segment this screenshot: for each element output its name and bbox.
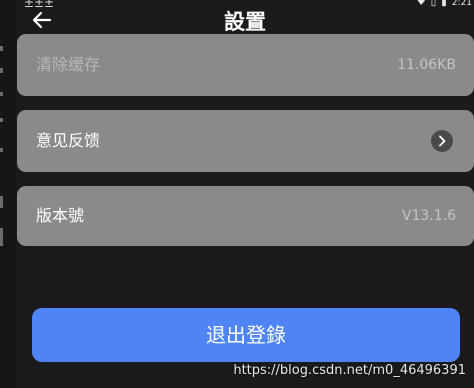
- watermark-text: https://blog.csdn.net/m0_46496391: [233, 363, 466, 378]
- settings-item-version: 版本號 V13.1.6: [17, 186, 474, 246]
- cache-size-value: 11.06KB: [397, 57, 456, 73]
- header: 設置: [16, 8, 474, 36]
- status-time: 2:21: [451, 0, 472, 8]
- version-value: V13.1.6: [401, 208, 456, 224]
- status-bar: ♥ ▯ ▮ 2:21: [417, 0, 472, 8]
- page-title: 設置: [224, 10, 266, 34]
- edge-marker: [0, 148, 3, 152]
- chevron-right-icon[interactable]: [431, 130, 453, 152]
- heart-icon: ♥: [416, 0, 426, 8]
- left-edge-panel: [0, 0, 16, 388]
- settings-item-label: 版本號: [36, 206, 85, 225]
- edge-marker: [0, 68, 3, 73]
- edge-marker: [0, 118, 3, 122]
- settings-item-label: 清除缓存: [36, 55, 101, 74]
- edge-marker: [0, 228, 3, 246]
- edge-marker: [0, 196, 3, 208]
- logout-button[interactable]: 退出登錄: [32, 308, 460, 362]
- signal-icon: ▯: [430, 0, 437, 8]
- settings-item-clear-cache[interactable]: 清除缓存 11.06KB: [17, 34, 474, 96]
- edge-marker: [0, 46, 3, 51]
- settings-item-feedback[interactable]: 意见反馈: [17, 110, 474, 172]
- battery-icon: ▮: [441, 0, 447, 8]
- edge-marker: [0, 92, 3, 96]
- settings-item-label: 意见反馈: [36, 131, 101, 150]
